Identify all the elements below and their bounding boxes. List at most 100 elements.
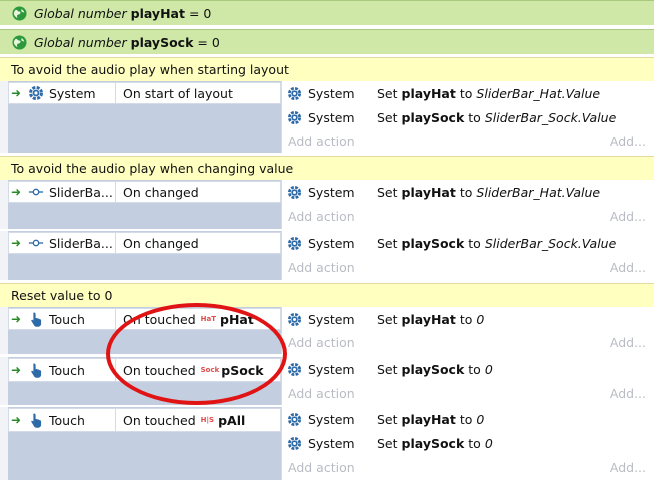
action-text: Set playHat to SliderBar_Hat.Value [371, 180, 600, 204]
add-action-row[interactable]: Add action Add... [281, 331, 654, 353]
add-link[interactable]: Add... [610, 260, 646, 275]
action-object-name: System [308, 435, 355, 451]
action-value: 0 [484, 361, 493, 377]
action-value: SliderBar_Sock.Value [484, 235, 617, 251]
action-to: to [468, 109, 481, 125]
action-object: System [281, 105, 371, 129]
action-row[interactable]: System Set playSock to 0 [281, 357, 654, 381]
add-link[interactable]: Add... [610, 335, 646, 350]
add-link[interactable]: Add... [610, 460, 646, 475]
global-var-prefix: Global number [34, 34, 127, 50]
action-row[interactable]: System Set playSock to SliderBar_Sock.Value [281, 105, 654, 129]
condition-target: pAll [218, 412, 246, 428]
slider-icon [28, 188, 44, 196]
add-link[interactable]: Add... [610, 209, 646, 224]
comment[interactable]: To avoid the audio play when starting la… [0, 57, 654, 81]
action-text: Set playSock to 0 [371, 431, 493, 455]
action-object: System [281, 180, 371, 204]
condition-text: On start of layout [117, 83, 233, 103]
action-value: 0 [476, 311, 485, 327]
add-action-link[interactable]: Add action [288, 260, 355, 275]
action-to: to [468, 361, 481, 377]
add-action-row[interactable]: Add action Add... [281, 456, 654, 478]
add-action-row[interactable]: Add action Add... [281, 382, 654, 404]
action-value: SliderBar_Hat.Value [476, 184, 601, 200]
condition-object: ➜ Touch [9, 309, 116, 329]
condition-label: On touched [123, 412, 196, 428]
globe-icon [12, 34, 27, 50]
gear-icon [287, 185, 302, 199]
action-to: to [459, 311, 473, 327]
add-link[interactable]: Add... [610, 134, 646, 149]
gear-icon [29, 86, 43, 100]
action-row[interactable]: System Set playSock to 0 [281, 431, 654, 455]
action-object-name: System [308, 235, 355, 251]
add-action-row[interactable]: Add action Add... [281, 256, 654, 278]
action-text: Set playHat to 0 [371, 407, 484, 431]
action-text: Set playHat to SliderBar_Hat.Value [371, 81, 600, 105]
action-verb: Set [377, 109, 398, 125]
add-action-row[interactable]: Add action Add... [281, 205, 654, 227]
action-verb: Set [377, 361, 398, 377]
green-arrow-icon: ➜ [11, 312, 22, 326]
action-object: System [281, 307, 371, 331]
action-var: playSock [401, 235, 465, 251]
condition-object-name: Touch [49, 311, 85, 327]
action-row[interactable]: System Set playSock to SliderBar_Sock.Value [281, 231, 654, 255]
action-verb: Set [377, 235, 398, 251]
action-object-name: System [308, 184, 355, 200]
add-action-link[interactable]: Add action [288, 460, 355, 475]
touch-hand-icon [31, 413, 42, 428]
global-var-playsock[interactable]: Global number playSock = 0 [0, 29, 654, 54]
action-value: 0 [484, 435, 493, 451]
green-arrow-icon: ➜ [11, 363, 22, 377]
condition-row[interactable]: ➜ SliderBa... On changed [8, 232, 281, 254]
gear-icon [287, 412, 302, 426]
condition-object-name: Touch [49, 412, 85, 428]
condition-text: On touched H|S pAll [117, 409, 245, 431]
condition-row[interactable]: ➜ Touch On touched H|S pAll [8, 408, 281, 432]
action-text: Set playHat to 0 [371, 307, 484, 331]
global-var-prefix: Global number [34, 5, 127, 21]
add-action-link[interactable]: Add action [288, 386, 355, 401]
condition-object-name: SliderBa... [49, 235, 113, 251]
comment-text: To avoid the audio play when starting la… [11, 62, 289, 77]
add-link[interactable]: Add... [610, 386, 646, 401]
action-value: SliderBar_Hat.Value [476, 85, 601, 101]
action-row[interactable]: System Set playHat to 0 [281, 407, 654, 431]
action-row[interactable]: System Set playHat to 0 [281, 307, 654, 331]
condition-text: On changed [117, 233, 199, 253]
action-object: System [281, 407, 371, 431]
condition-object-name: SliderBa... [49, 184, 113, 200]
gear-icon [287, 362, 302, 376]
global-var-playhat[interactable]: Global number playHat = 0 [0, 0, 654, 25]
action-row[interactable]: System Set playHat to SliderBar_Hat.Value [281, 180, 654, 204]
action-row[interactable]: System Set playHat to SliderBar_Hat.Value [281, 81, 654, 105]
sprite-thumbnail-icon: H|S [200, 416, 215, 424]
add-action-link[interactable]: Add action [288, 134, 355, 149]
condition-object-name: Touch [49, 362, 85, 378]
global-var-name: playHat [130, 5, 185, 21]
global-var-value: = 0 [188, 5, 212, 21]
action-object: System [281, 231, 371, 255]
action-var: playSock [401, 435, 465, 451]
condition-label: On changed [123, 184, 199, 200]
action-var: playSock [401, 361, 465, 377]
action-var: playHat [401, 85, 456, 101]
gear-icon [287, 86, 302, 100]
action-text: Set playSock to 0 [371, 357, 493, 381]
condition-row[interactable]: ➜ System On start of layout [8, 82, 281, 104]
touch-hand-icon [31, 363, 42, 378]
gear-icon [287, 436, 302, 450]
add-action-link[interactable]: Add action [288, 209, 355, 224]
condition-row[interactable]: ➜ SliderBa... On changed [8, 181, 281, 203]
comment[interactable]: Reset value to 0 [0, 283, 654, 307]
add-action-link[interactable]: Add action [288, 335, 355, 350]
add-action-row[interactable]: Add action Add... [281, 130, 654, 152]
touch-hand-icon [31, 312, 42, 327]
comment[interactable]: To avoid the audio play when changing va… [0, 156, 654, 180]
comment-text: To avoid the audio play when changing va… [11, 161, 294, 176]
green-arrow-icon: ➜ [11, 185, 22, 199]
action-object-name: System [308, 411, 355, 427]
highlight-circle [106, 303, 287, 405]
